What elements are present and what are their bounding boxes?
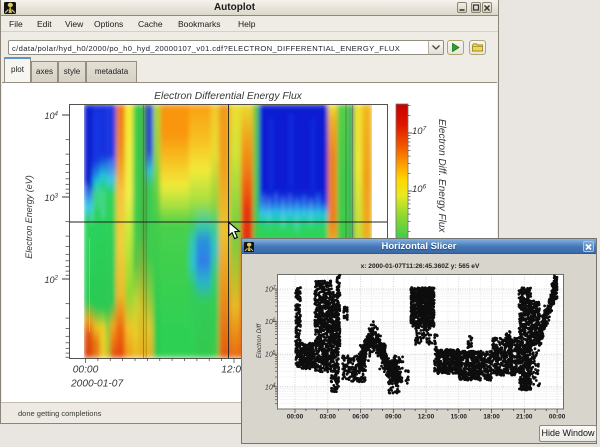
svg-text:00:00: 00:00 <box>73 365 99 376</box>
svg-text:18:00: 18:00 <box>483 414 500 421</box>
svg-text:104: 104 <box>265 383 276 392</box>
svg-text:00:00: 00:00 <box>287 414 304 421</box>
svg-text:105: 105 <box>265 350 276 359</box>
svg-text:107: 107 <box>412 125 427 137</box>
svg-text:Electron Diff. Energy Flux: Electron Diff. Energy Flux <box>436 119 447 233</box>
svg-text:12:00: 12:00 <box>418 414 435 421</box>
svg-text:Electron Differential Energy F: Electron Differential Energy Flux <box>154 91 303 102</box>
svg-text:106: 106 <box>412 183 427 195</box>
svg-text:03:00: 03:00 <box>320 414 337 421</box>
svg-text:103: 103 <box>45 193 59 203</box>
svg-text:15:00: 15:00 <box>451 414 468 421</box>
svg-text:06:00: 06:00 <box>352 414 369 421</box>
svg-text:00:00: 00:00 <box>549 414 566 421</box>
svg-text:Electron Energy (eV): Electron Energy (eV) <box>24 175 34 259</box>
svg-text:106: 106 <box>265 317 276 326</box>
svg-text:x: 2000-01-07T11:26:45.360Z y:: x: 2000-01-07T11:26:45.360Z y: 565 eV <box>361 263 480 270</box>
svg-text:21:00: 21:00 <box>516 414 533 421</box>
svg-text:2000-01-07: 2000-01-07 <box>70 379 123 390</box>
svg-text:Electron Diff: Electron Diff <box>256 323 263 359</box>
svg-text:09:00: 09:00 <box>385 414 402 421</box>
svg-text:102: 102 <box>45 275 59 285</box>
svg-text:104: 104 <box>45 111 59 121</box>
svg-text:107: 107 <box>265 285 276 294</box>
